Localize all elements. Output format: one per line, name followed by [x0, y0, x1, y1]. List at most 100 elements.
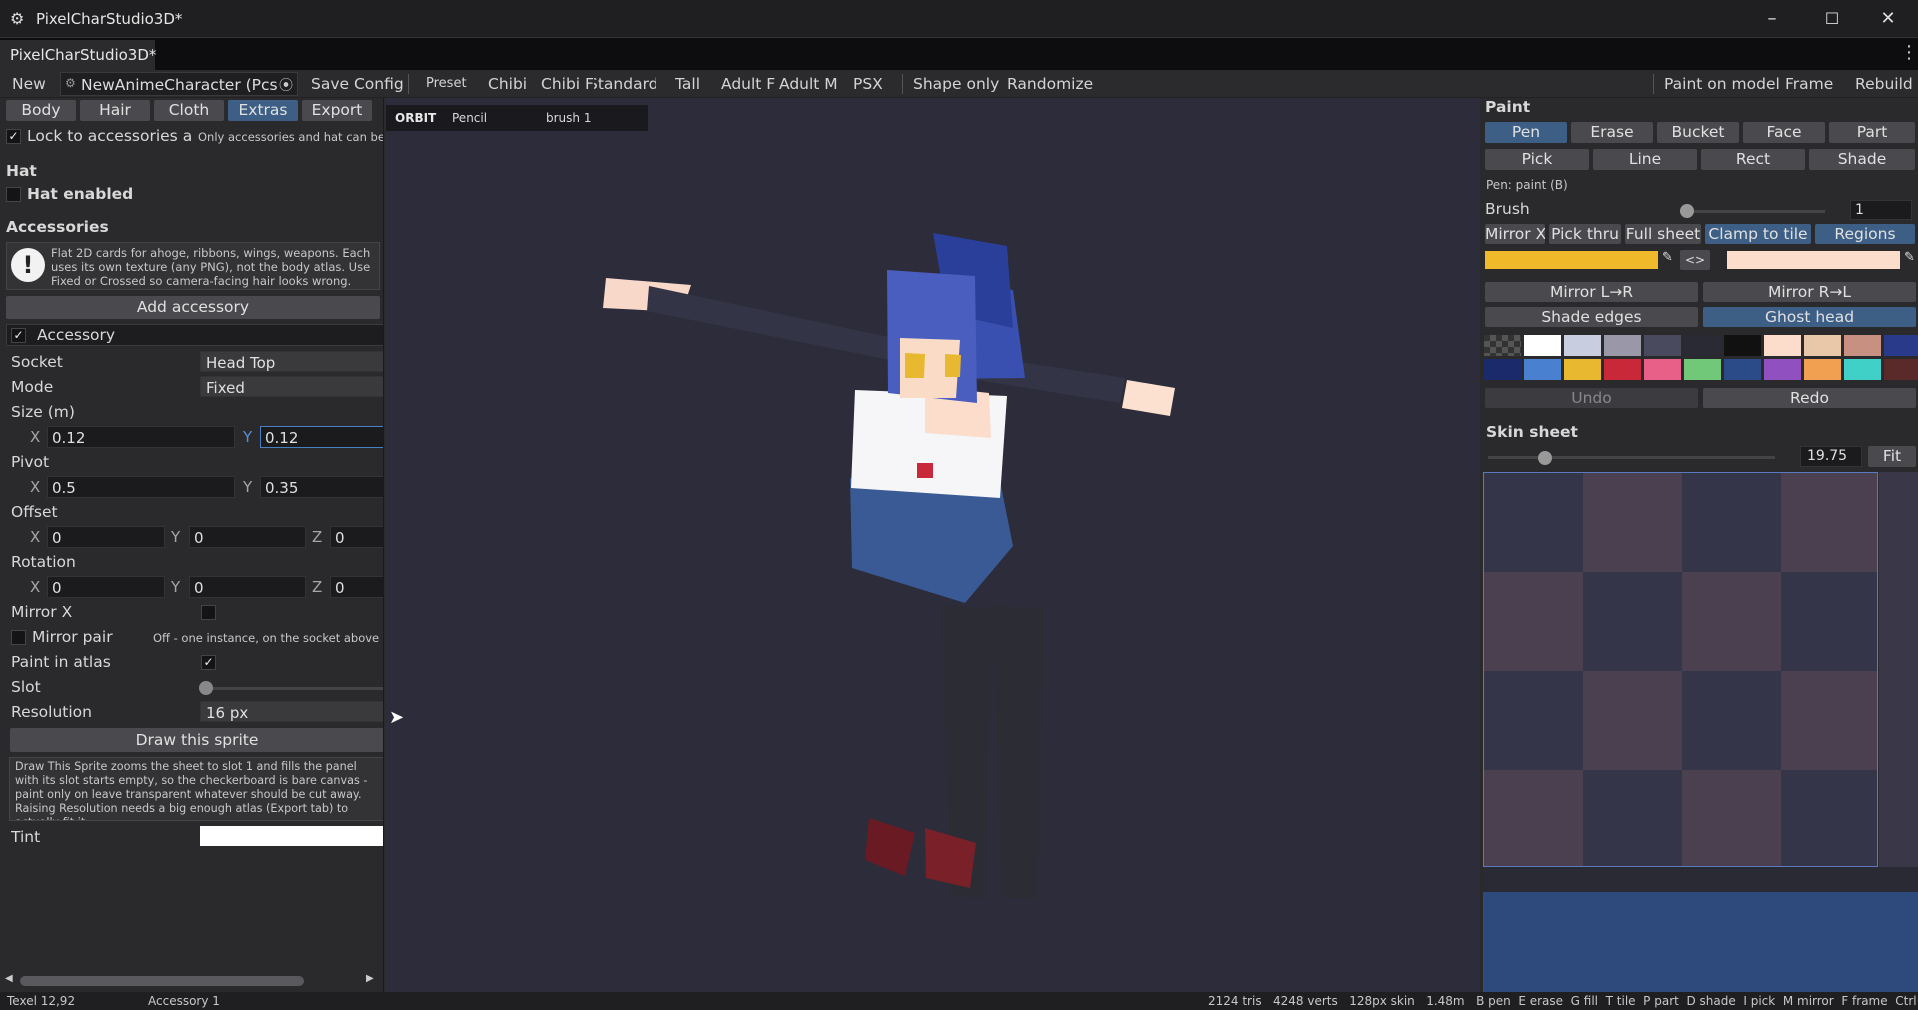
tab-body[interactable]: Body: [6, 100, 76, 121]
frame-button[interactable]: Frame: [1785, 72, 1833, 96]
opt-regions[interactable]: Regions: [1815, 224, 1915, 244]
size-y-input[interactable]: 0.12: [260, 426, 383, 448]
tool-rect[interactable]: Rect: [1701, 149, 1805, 170]
rot-x-input[interactable]: 0: [47, 576, 165, 598]
hat-enabled-checkbox[interactable]: [6, 187, 21, 202]
mirror-l-to-r-button[interactable]: Mirror L→R: [1485, 282, 1698, 302]
pivot-y-input[interactable]: 0.35: [260, 476, 383, 498]
mode-dropdown[interactable]: Fixed: [200, 376, 383, 397]
shape-only-button[interactable]: Shape only: [913, 72, 999, 96]
opt-full-sheet[interactable]: Full sheet: [1625, 224, 1701, 244]
brush-slider-handle[interactable]: [1680, 204, 1695, 218]
brush-size-input[interactable]: 1: [1850, 200, 1912, 220]
add-accessory-button[interactable]: Add accessory: [6, 296, 380, 319]
palette-swatch[interactable]: [1884, 335, 1918, 356]
palette-swatch[interactable]: [1564, 359, 1601, 380]
tool-pick[interactable]: Pick: [1485, 149, 1589, 170]
tool-erase[interactable]: Erase: [1571, 122, 1653, 143]
preset-dropdown[interactable]: ⚙ NewAnimeCharacter (Pcs C ⦿: [60, 72, 298, 96]
palette-swatch[interactable]: [1724, 335, 1761, 356]
fit-button[interactable]: Fit: [1868, 446, 1916, 467]
rot-z-input[interactable]: 0: [330, 576, 383, 598]
randomize-button[interactable]: Randomize: [1007, 72, 1093, 96]
preset-psx[interactable]: PSX: [853, 72, 883, 96]
orbit-mode[interactable]: ORBIT: [395, 111, 436, 125]
opt-mirror-x[interactable]: Mirror X: [1485, 224, 1545, 244]
tool-face[interactable]: Face: [1743, 122, 1825, 143]
palette-swatch[interactable]: [1484, 359, 1521, 380]
scroll-left-icon[interactable]: ◀: [5, 973, 13, 984]
new-button[interactable]: New: [12, 72, 46, 96]
palette-swatch[interactable]: [1764, 335, 1801, 356]
resolution-dropdown[interactable]: 16 px: [200, 701, 383, 722]
palette-swatch[interactable]: [1604, 335, 1641, 356]
ghost-head-button[interactable]: Ghost head: [1703, 307, 1916, 327]
slot-slider-handle[interactable]: [199, 681, 213, 695]
maximize-icon[interactable]: ☐: [1802, 0, 1862, 38]
palette-swatch[interactable]: [1684, 335, 1721, 356]
opt-pick-thru[interactable]: Pick thru: [1549, 224, 1621, 244]
rebuild-button[interactable]: Rebuild: [1855, 72, 1913, 96]
accessory-header-row[interactable]: ✓ Accessory: [6, 324, 383, 346]
shade-edges-button[interactable]: Shade edges: [1485, 307, 1698, 327]
redo-button[interactable]: Redo: [1703, 388, 1916, 408]
transparent-swatch[interactable]: [1484, 335, 1521, 356]
preset-adult-m[interactable]: Adult M: [779, 72, 838, 96]
more-icon[interactable]: ⋮: [1900, 42, 1918, 63]
preset-tall[interactable]: Tall: [675, 72, 700, 96]
palette-swatch[interactable]: [1684, 359, 1721, 380]
pencil-tool[interactable]: Pencil: [452, 111, 487, 125]
palette-swatch[interactable]: [1644, 359, 1681, 380]
palette-swatch[interactable]: [1764, 359, 1801, 380]
eyedropper-icon[interactable]: ✎: [1662, 250, 1673, 265]
close-icon[interactable]: ✕: [1858, 0, 1918, 38]
document-tab[interactable]: PixelCharStudio3D*: [0, 40, 156, 70]
palette-swatch[interactable]: [1804, 335, 1841, 356]
tool-pen[interactable]: Pen: [1485, 122, 1567, 143]
scroll-right-icon[interactable]: ▶: [366, 973, 374, 984]
minimize-icon[interactable]: –: [1742, 0, 1802, 38]
offset-y-input[interactable]: 0: [189, 526, 306, 548]
palette-swatch[interactable]: [1524, 335, 1561, 356]
tab-cloth[interactable]: Cloth: [154, 100, 224, 121]
opt-clamp-to-tile[interactable]: Clamp to tile: [1705, 224, 1811, 244]
tool-shade[interactable]: Shade: [1809, 149, 1915, 170]
palette-swatch[interactable]: [1564, 335, 1601, 356]
mirror-x-checkbox[interactable]: [201, 605, 216, 620]
draw-sprite-button[interactable]: Draw this sprite: [10, 728, 383, 752]
preset-standard[interactable]: Standard: [594, 72, 656, 96]
tab-export[interactable]: Export: [302, 100, 372, 121]
undo-button[interactable]: Undo: [1485, 388, 1698, 408]
tint-color-swatch[interactable]: [200, 826, 383, 846]
mirror-pair-checkbox[interactable]: [11, 630, 26, 645]
zoom-slider[interactable]: [1488, 456, 1775, 459]
palette-swatch[interactable]: [1844, 359, 1881, 380]
tool-line[interactable]: Line: [1593, 149, 1697, 170]
tab-extras[interactable]: Extras: [228, 100, 298, 121]
paint-atlas-checkbox[interactable]: ✓: [201, 655, 216, 670]
paint-on-model-button[interactable]: Paint on model: [1664, 72, 1780, 96]
palette-swatch[interactable]: [1644, 335, 1681, 356]
secondary-color-swatch[interactable]: [1727, 251, 1900, 269]
palette-swatch[interactable]: [1524, 359, 1561, 380]
primary-color-swatch[interactable]: [1485, 251, 1658, 269]
zoom-input[interactable]: 19.75: [1800, 446, 1862, 467]
slot-slider[interactable]: [205, 687, 383, 690]
palette-swatch[interactable]: [1804, 359, 1841, 380]
size-x-input[interactable]: 0.12: [47, 426, 235, 448]
lock-checkbox[interactable]: ✓: [6, 129, 21, 144]
horizontal-scrollbar[interactable]: [20, 976, 304, 986]
tab-hair[interactable]: Hair: [80, 100, 150, 121]
eyedropper-icon[interactable]: ✎: [1904, 250, 1915, 265]
accessory-enabled-checkbox[interactable]: ✓: [11, 328, 26, 343]
3d-viewport[interactable]: [385, 98, 1480, 992]
preset-chibi[interactable]: Chibi: [488, 72, 527, 96]
offset-z-input[interactable]: 0: [330, 526, 383, 548]
pivot-x-input[interactable]: 0.5: [47, 476, 235, 498]
mirror-r-to-l-button[interactable]: Mirror R→L: [1703, 282, 1916, 302]
offset-x-input[interactable]: 0: [47, 526, 165, 548]
palette-swatch[interactable]: [1884, 359, 1918, 380]
palette-swatch[interactable]: [1844, 335, 1881, 356]
socket-dropdown[interactable]: Head Top: [200, 351, 383, 372]
zoom-slider-handle[interactable]: [1538, 451, 1553, 465]
